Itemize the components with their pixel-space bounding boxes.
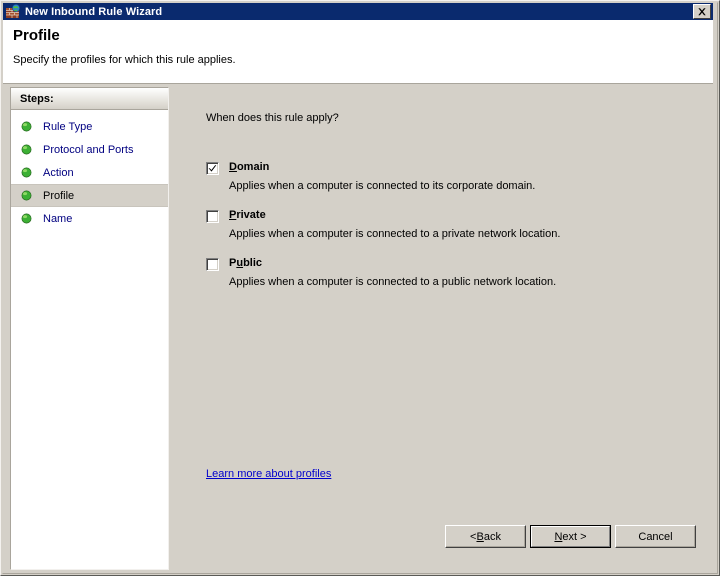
sidebar-item-label: Action bbox=[43, 167, 74, 179]
public-label: Public bbox=[229, 257, 262, 269]
sidebar-item-label: Name bbox=[43, 213, 72, 225]
title-bar[interactable]: New Inbound Rule Wizard bbox=[3, 3, 713, 20]
header-divider-dark bbox=[3, 83, 713, 84]
domain-checkbox[interactable] bbox=[206, 162, 219, 175]
steps-header: Steps: bbox=[11, 88, 168, 110]
sidebar-item-rule-type[interactable]: Rule Type bbox=[11, 115, 168, 138]
page-subtitle: Specify the profiles for which this rule… bbox=[13, 54, 236, 66]
private-description: Applies when a computer is connected to … bbox=[229, 228, 686, 240]
question-label: When does this rule apply? bbox=[206, 112, 339, 124]
button-row: < Back Next > Cancel bbox=[173, 525, 713, 555]
sidebar-item-action[interactable]: Action bbox=[11, 161, 168, 184]
option-private: Private Applies when a computer is conne… bbox=[206, 209, 686, 240]
learn-more-link[interactable]: Learn more about profiles bbox=[206, 468, 331, 480]
sidebar-item-label: Rule Type bbox=[43, 121, 92, 133]
green-sphere-icon bbox=[21, 190, 32, 201]
green-sphere-icon bbox=[21, 167, 32, 178]
window-title: New Inbound Rule Wizard bbox=[25, 6, 693, 18]
sidebar-item-protocol-and-ports[interactable]: Protocol and Ports bbox=[11, 138, 168, 161]
option-public: Public Applies when a computer is connec… bbox=[206, 257, 686, 288]
domain-description: Applies when a computer is connected to … bbox=[229, 180, 686, 192]
firewall-globe-icon bbox=[5, 4, 21, 19]
green-sphere-icon bbox=[21, 144, 32, 155]
steps-header-label: Steps: bbox=[20, 93, 54, 105]
public-description: Applies when a computer is connected to … bbox=[229, 276, 686, 288]
back-button[interactable]: < Back bbox=[445, 525, 526, 548]
wizard-header: Profile Specify the profiles for which t… bbox=[3, 20, 713, 82]
sidebar-item-profile[interactable]: Profile bbox=[11, 184, 168, 207]
sidebar-item-name[interactable]: Name bbox=[11, 207, 168, 230]
green-sphere-icon bbox=[21, 121, 32, 132]
domain-label: Domain bbox=[229, 161, 269, 173]
public-checkbox[interactable] bbox=[206, 258, 219, 271]
steps-sidebar: Steps: Rule Type bbox=[10, 87, 169, 570]
private-checkbox[interactable] bbox=[206, 210, 219, 223]
cancel-button[interactable]: Cancel bbox=[615, 525, 696, 548]
profile-options-group: Domain Applies when a computer is connec… bbox=[206, 161, 686, 305]
sidebar-item-label: Protocol and Ports bbox=[43, 144, 134, 156]
main-content-panel: When does this rule apply? Domain Applie… bbox=[173, 87, 713, 570]
new-inbound-rule-wizard-dialog: New Inbound Rule Wizard Profile Specify … bbox=[0, 0, 720, 576]
next-button[interactable]: Next > bbox=[530, 525, 611, 548]
sidebar-item-label: Profile bbox=[43, 190, 74, 202]
steps-list: Rule Type Protocol and Ports bbox=[11, 110, 168, 230]
private-label: Private bbox=[229, 209, 266, 221]
page-title: Profile bbox=[13, 27, 60, 44]
close-icon[interactable] bbox=[693, 4, 711, 19]
green-sphere-icon bbox=[21, 213, 32, 224]
option-domain: Domain Applies when a computer is connec… bbox=[206, 161, 686, 192]
